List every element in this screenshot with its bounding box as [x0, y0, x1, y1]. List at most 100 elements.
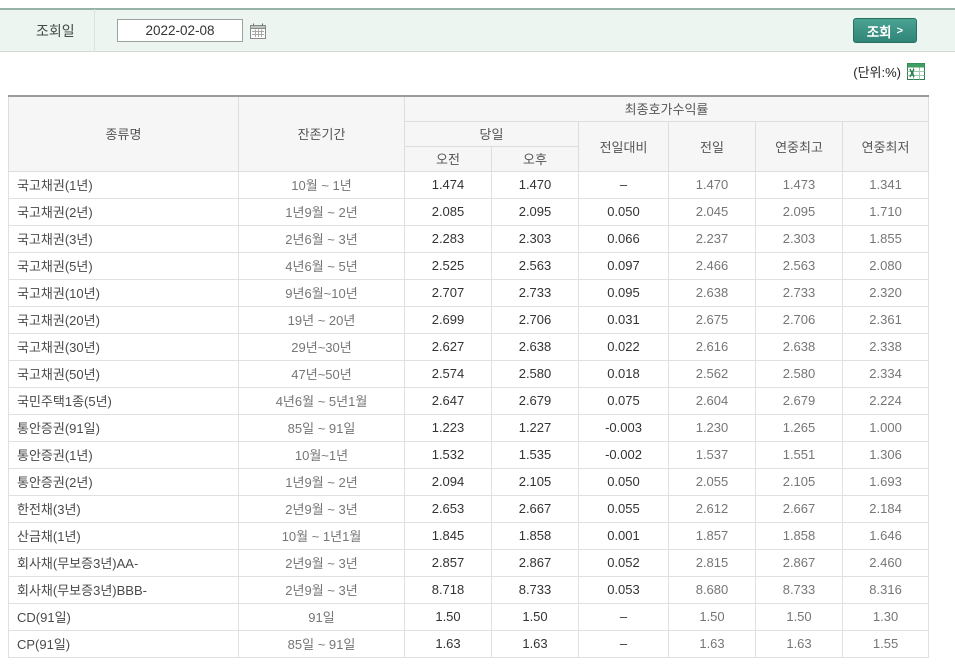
cell-change: 0.001 — [578, 521, 669, 550]
cell-prev: 1.50 — [668, 602, 756, 631]
cell-pm: 2.867 — [491, 548, 579, 577]
col-header-pm: 오후 — [491, 145, 579, 172]
search-button[interactable]: 조회 > — [852, 18, 917, 43]
date-label: 조회일 — [36, 22, 75, 39]
cell-high: 1.473 — [755, 170, 843, 199]
col-header-low: 연중최저 — [841, 120, 930, 172]
cell-type: 산금채(1년) — [8, 521, 239, 550]
cell-prev: 2.237 — [668, 224, 756, 253]
cell-type: 국고채권(5년) — [8, 251, 239, 280]
cell-high: 1.265 — [755, 413, 843, 442]
cell-low: 2.338 — [841, 332, 930, 361]
page: 조회일 조회 > (단위:%) — [0, 0, 955, 664]
cell-am: 2.525 — [404, 251, 492, 280]
cell-type: 국고채권(30년) — [8, 332, 239, 361]
cell-high: 2.095 — [755, 197, 843, 226]
cell-low: 2.224 — [841, 386, 930, 415]
cell-prev: 2.055 — [668, 467, 756, 496]
cell-period: 2년9월 ~ 3년 — [238, 548, 405, 577]
cell-am: 2.627 — [404, 332, 492, 361]
cell-high: 1.63 — [755, 629, 843, 658]
cell-type: 통안증권(1년) — [8, 440, 239, 469]
date-input[interactable] — [117, 19, 243, 42]
col-header-period: 잔존기간 — [238, 95, 405, 172]
cell-high: 2.867 — [755, 548, 843, 577]
table-row: CD(91일) 91일 1.50 1.50–1.50 1.50 1.30 — [8, 602, 930, 631]
search-button-label: 조회 — [866, 24, 892, 40]
unit-label: (단위:%) — [853, 65, 901, 80]
cell-change: 0.055 — [578, 494, 669, 523]
cell-am: 2.574 — [404, 359, 492, 388]
cell-pm: 2.638 — [491, 332, 579, 361]
table-row: 회사채(무보증3년)AA- 2년9월 ~ 3년 2.857 2.867 0.052 2.8… — [8, 548, 930, 577]
cell-pm: 2.706 — [491, 305, 579, 334]
table-body: 국고채권(1년) 10월 ~ 1년 1.474 1.470–1.470 1.473 1.3… — [8, 170, 930, 658]
excel-download-icon[interactable] — [907, 63, 925, 80]
cell-low: 2.320 — [841, 278, 930, 307]
table-row: 회사채(무보증3년)BBB- 2년9월 ~ 3년 8.718 8.733 0.053 8.… — [8, 575, 930, 604]
table-row: 국고채권(20년) 19년 ~ 20년 2.699 2.706 0.031 2.675 2.… — [8, 305, 930, 334]
col-header-am: 오전 — [404, 145, 492, 172]
cell-period: 91일 — [238, 602, 405, 631]
cell-prev: 2.675 — [668, 305, 756, 334]
calendar-icon[interactable] — [250, 23, 267, 39]
cell-low: 1.855 — [841, 224, 930, 253]
cell-high: 2.303 — [755, 224, 843, 253]
cell-pm: 1.63 — [491, 629, 579, 658]
table-row: 한전채(3년) 2년9월 ~ 3년 2.653 2.667 0.055 2.612 2.66… — [8, 494, 930, 523]
cell-am: 2.647 — [404, 386, 492, 415]
col-header-today: 당일 — [404, 120, 579, 147]
cell-change: 0.095 — [578, 278, 669, 307]
cell-change: -0.002 — [578, 440, 669, 469]
cell-am: 1.474 — [404, 170, 492, 199]
cell-am: 1.63 — [404, 629, 492, 658]
cell-am: 2.283 — [404, 224, 492, 253]
table-row: 국고채권(2년) 1년9월 ~ 2년 2.085 2.095 0.050 2.045 2.0… — [8, 197, 930, 226]
cell-change: 0.018 — [578, 359, 669, 388]
col-header-change: 전일대비 — [578, 120, 669, 172]
cell-change: – — [578, 170, 669, 199]
cell-low: 1.306 — [841, 440, 930, 469]
cell-period: 1년9월 ~ 2년 — [238, 467, 405, 496]
cell-pm: 2.563 — [491, 251, 579, 280]
cell-change: 0.053 — [578, 575, 669, 604]
cell-high: 1.858 — [755, 521, 843, 550]
cell-period: 1년9월 ~ 2년 — [238, 197, 405, 226]
col-header-prev: 전일 — [668, 120, 756, 172]
cell-am: 1.50 — [404, 602, 492, 631]
cell-am: 1.845 — [404, 521, 492, 550]
cell-high: 8.733 — [755, 575, 843, 604]
cell-pm: 2.303 — [491, 224, 579, 253]
cell-high: 2.667 — [755, 494, 843, 523]
cell-low: 1.693 — [841, 467, 930, 496]
cell-prev: 8.680 — [668, 575, 756, 604]
cell-period: 19년 ~ 20년 — [238, 305, 405, 334]
cell-prev: 2.612 — [668, 494, 756, 523]
cell-period: 29년~30년 — [238, 332, 405, 361]
cell-pm: 8.733 — [491, 575, 579, 604]
cell-am: 1.223 — [404, 413, 492, 442]
cell-change: – — [578, 629, 669, 658]
cell-change: 0.050 — [578, 467, 669, 496]
cell-high: 2.679 — [755, 386, 843, 415]
cell-period: 10월 ~ 1년 — [238, 170, 405, 199]
cell-period: 9년6월~10년 — [238, 278, 405, 307]
cell-low: 2.080 — [841, 251, 930, 280]
cell-am: 2.699 — [404, 305, 492, 334]
table-row: 국고채권(3년) 2년6월 ~ 3년 2.283 2.303 0.066 2.237 2.3… — [8, 224, 930, 253]
cell-prev: 1.857 — [668, 521, 756, 550]
cell-type: CP(91일) — [8, 629, 239, 658]
cell-high: 2.706 — [755, 305, 843, 334]
cell-change: 0.031 — [578, 305, 669, 334]
cell-type: 통안증권(2년) — [8, 467, 239, 496]
cell-change: 0.075 — [578, 386, 669, 415]
table-header: 종류명 잔존기간 최종호가수익률 당일 전일대비 전일 연중최고 연중최저 오전… — [8, 95, 930, 172]
cell-high: 2.580 — [755, 359, 843, 388]
search-toolbar: 조회일 조회 > — [0, 8, 955, 52]
excel-icon-svg — [907, 63, 925, 80]
cell-high: 2.105 — [755, 467, 843, 496]
cell-am: 2.653 — [404, 494, 492, 523]
cell-type: 한전채(3년) — [8, 494, 239, 523]
col-header-yield-group: 최종호가수익률 — [403, 95, 930, 122]
cell-pm: 1.470 — [491, 170, 579, 199]
